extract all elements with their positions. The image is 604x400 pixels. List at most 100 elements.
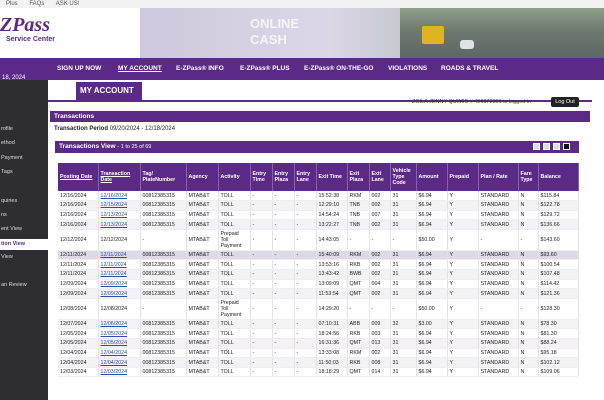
table-cell: 12/08/2024 [98,298,141,320]
table-cell: TNB [347,219,370,230]
utility-link-ask-us[interactable]: ASK US! [56,1,80,7]
table-cell: $6.94 [416,348,448,359]
nav-my-account[interactable]: MY ACCOUNT [118,65,162,72]
table-cell: 002 [369,200,391,211]
table-cell[interactable]: 12/13/2024 [98,219,141,230]
table-cell[interactable]: 12/09/2024 [98,288,141,299]
table-cell: $6.94 [416,328,448,340]
table-cell[interactable]: 12/16/2024 [98,191,141,202]
table-row: 12/11/2024 12/11/2024 00812385315 MTAB&T TOL… [58,250,579,261]
nav-on-the-go[interactable]: E-ZPass® ON-THE-GO [304,65,373,72]
table-cell[interactable]: 12/05/2024 [98,328,141,340]
table-cell: - [272,219,295,230]
transactions-table: Posting Date Transaction Date Tag/ Plate… [58,163,579,378]
table-cell: - [369,229,391,251]
table-cell: $121.36 [538,288,579,299]
sidebar-item-ns[interactable]: ns [0,212,48,218]
table-cell: 002 [369,219,391,230]
table-cell: $128.30 [538,298,579,320]
table-cell: Y [447,328,479,340]
table-cell[interactable]: 12/04/2024 [98,348,141,359]
table-cell: TOLL [218,328,251,340]
table-cell[interactable]: 12/06/2024 [98,319,141,330]
sidebar-item-payment[interactable]: Payment [0,155,48,161]
table-row: 12/11/2024 12/11/2024 00812385315 MTAB&T TOL… [58,269,579,280]
table-cell[interactable]: 12/11/2024 [98,259,141,271]
table-cell: 009 [369,319,391,330]
sidebar-item-inquiries[interactable]: quiries [0,198,48,204]
table-cell: 00812385315 [140,338,187,349]
table-cell: 00812385315 [140,210,187,221]
table-cell: 00812385315 [140,348,187,359]
table-cell: - [294,279,317,290]
sidebar-item-plan-review[interactable]: an Review [0,282,48,288]
table-cell: QMT [347,288,370,299]
table-cell: 002 [369,348,391,359]
table-cell[interactable]: 12/11/2024 [98,269,141,280]
table-cell: Prepaid Toll Payment [218,229,251,251]
table-cell[interactable]: 12/13/2024 [98,210,141,221]
table-cell: $129.72 [538,210,579,221]
table-cell: 00812385315 [140,288,187,299]
nav-violations[interactable]: VIOLATIONS [388,65,427,72]
prev-page-icon[interactable] [543,143,550,150]
utility-link-faqs[interactable]: FAQs [29,1,44,7]
logout-button[interactable]: Log Out [551,97,579,107]
table-cell: STANDARD [478,210,519,221]
nav-ezpass-info[interactable]: E-ZPass® INFO [176,65,224,72]
ezpass-logo[interactable]: ZPass [0,14,50,37]
sidebar-item-tags[interactable]: Tags [0,169,48,175]
sidebar-item-view[interactable]: View [0,254,48,260]
table-cell: $95.18 [538,348,579,359]
next-page-icon[interactable] [553,143,560,150]
table-cell: TOLL [218,367,251,378]
table-cell: Y [447,259,479,271]
table-cell: - [294,269,317,280]
table-cell: - [272,328,295,340]
table-cell: N [518,191,539,202]
table-cell: BWB [347,269,370,280]
table-cell: N [518,269,539,280]
table-cell[interactable]: 12/05/2024 [98,338,141,349]
table-cell[interactable]: 12/09/2024 [98,279,141,290]
sidebar-item-transaction-view[interactable]: tion View [0,239,48,250]
table-cell[interactable]: 12/15/2024 [98,200,141,211]
first-page-icon[interactable] [533,143,540,150]
table-cell: - [294,338,317,349]
utility-link-plus[interactable]: Plus [6,1,18,7]
col-entry-lane: Entry Lane [294,163,317,191]
table-cell: - [250,367,273,378]
col-tag-plate: Tag/ PlateNumber [140,163,187,191]
table-cell: TOLL [218,348,251,359]
table-cell: MTAB&T [186,269,219,280]
table-cell[interactable]: 12/11/2024 [98,250,141,261]
transactions-section-header: Transactions [50,111,590,122]
utility-bar: Plus FAQs ASK US! [0,0,604,8]
table-cell[interactable]: 12/03/2024 [98,367,141,378]
table-row: 12/11/2024 12/11/2024 00812385315 MTAB&T TOL… [58,259,579,271]
col-posting-date[interactable]: Posting Date [58,163,99,191]
table-cell: RKB [347,328,370,340]
site-header: ZPass Service Center ONLINE CASH [0,8,604,58]
nav-roads-travel[interactable]: ROADS & TRAVEL [441,65,498,72]
sidebar-item-statement-view[interactable]: ent View [0,226,48,232]
table-cell: 00812385315 [140,328,187,340]
table-cell: - [294,298,317,320]
col-transaction-date[interactable]: Transaction Date [98,163,141,191]
table-cell: - [250,200,273,211]
nav-sign-up[interactable]: SIGN UP NOW [57,65,101,72]
table-cell: $50.00 [416,298,448,320]
sidebar-item-method[interactable]: ethod [0,140,48,146]
sidebar-item-profile[interactable]: rofile [0,126,48,132]
table-cell: 007 [369,210,391,221]
table-cell: - [272,357,295,368]
table-cell: 31 [390,367,417,378]
table-cell: RKB [347,259,370,271]
table-cell: 004 [369,279,391,290]
nav-ezpass-plus[interactable]: E-ZPass® PLUS [240,65,290,72]
table-cell[interactable]: 12/04/2024 [98,357,141,368]
period-value: 09/20/2024 - 12/18/2024 [109,126,176,132]
table-cell: 12/12/2024 [98,229,141,251]
table-cell: $115.84 [538,191,579,202]
last-page-icon[interactable] [563,143,570,150]
